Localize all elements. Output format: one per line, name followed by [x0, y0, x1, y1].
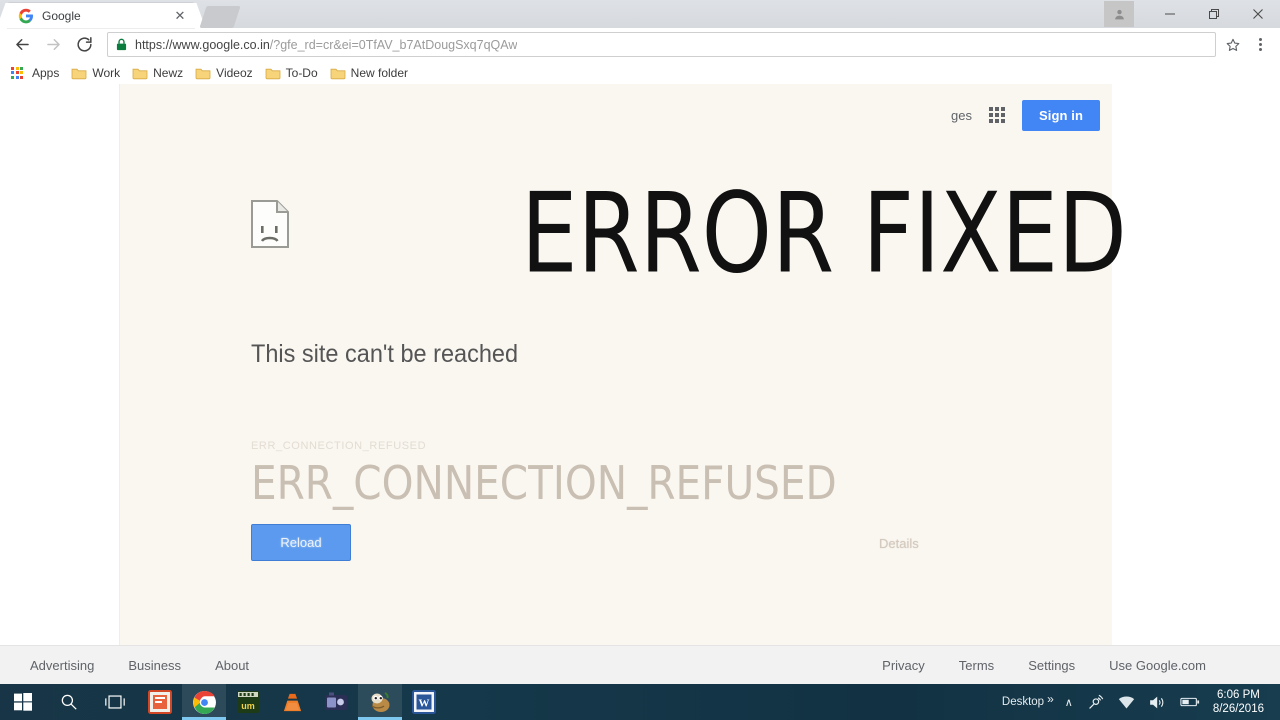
bookmark-videoz[interactable]: Videoz: [190, 63, 259, 83]
folder-icon: [132, 65, 148, 81]
windows-taskbar: um W Desktop » ∧ 6:06 PM 8/26/2016: [0, 684, 1280, 720]
google-page-header: ges Sign in: [951, 84, 1112, 146]
page-viewport: ges Sign in ERROR FIXED This site can't …: [0, 84, 1280, 684]
tab-title: Google: [42, 8, 81, 23]
bookmark-to-do[interactable]: To-Do: [260, 63, 325, 83]
bookmark-label: Work: [92, 65, 121, 80]
url-query: /?gfe_rd=cr&ei=0TfAV_b7AtDougSxq7qQAw: [269, 37, 518, 52]
windows-start-icon[interactable]: [0, 684, 46, 720]
taskbar-app-gimp-icon[interactable]: [358, 684, 402, 720]
footer-link-terms[interactable]: Terms: [959, 658, 994, 673]
minimize-button[interactable]: [1148, 0, 1192, 28]
window-controls: [1104, 0, 1280, 28]
svg-text:W: W: [419, 698, 430, 710]
error-code-annotation: ERR_CONNECTION_REFUSED: [251, 456, 837, 510]
new-tab-button[interactable]: [199, 6, 241, 28]
tray-desktop-label[interactable]: Desktop: [1002, 696, 1046, 708]
taskbar-clock[interactable]: 6:06 PM 8/26/2016: [1207, 688, 1274, 716]
reload-button[interactable]: Reload: [251, 524, 351, 561]
svg-text:um: um: [241, 701, 255, 711]
apps-grid-icon: [11, 65, 27, 81]
footer-links-left: Advertising Business About: [0, 658, 249, 673]
show-hidden-icons-chevron[interactable]: ∧: [1058, 684, 1080, 720]
bookmark-label: To-Do: [285, 65, 318, 80]
clock-date: 8/26/2016: [1212, 703, 1264, 715]
folder-icon: [265, 65, 281, 81]
annotation-error-fixed: ERROR FIXED: [521, 170, 1127, 299]
footer-link-advertising[interactable]: Advertising: [30, 658, 94, 673]
taskbar-app-word-icon[interactable]: W: [402, 684, 446, 720]
back-button[interactable]: [8, 31, 36, 59]
bookmark-work[interactable]: Work: [66, 63, 127, 83]
maximize-button[interactable]: [1192, 0, 1236, 28]
images-link[interactable]: ges: [951, 108, 972, 123]
taskbar-app-um-media-icon[interactable]: um: [226, 684, 270, 720]
footer-links-right: Privacy Terms Settings Use Google.com: [882, 658, 1280, 673]
satellite-icon[interactable]: [1080, 684, 1111, 720]
close-window-button[interactable]: [1236, 0, 1280, 28]
url-text: https://www.google.co.in/?gfe_rd=cr&ei=0…: [135, 38, 517, 52]
volume-icon[interactable]: [1142, 684, 1173, 720]
profile-avatar-button[interactable]: [1104, 1, 1134, 27]
chrome-menu-icon[interactable]: [1248, 31, 1272, 59]
battery-icon[interactable]: [1173, 684, 1207, 720]
footer-link-use-google-com[interactable]: Use Google.com: [1109, 658, 1206, 673]
forward-button[interactable]: [39, 31, 67, 59]
bookmark-label: Videoz: [216, 65, 253, 80]
footer-link-settings[interactable]: Settings: [1028, 658, 1075, 673]
footer-link-privacy[interactable]: Privacy: [882, 658, 925, 673]
tab-strip: Google ✕: [0, 0, 1280, 28]
system-tray: Desktop » ∧ 6:06 PM 8/26/2016: [1002, 684, 1280, 720]
google-apps-grid-icon[interactable]: [986, 104, 1008, 126]
error-page-content: ges Sign in ERROR FIXED This site can't …: [119, 84, 1127, 645]
tray-overflow-icon[interactable]: »: [1046, 684, 1058, 720]
folder-icon: [71, 65, 87, 81]
error-heading: This site can't be reached: [251, 340, 519, 368]
search-icon[interactable]: [46, 684, 92, 720]
bookmark-new-folder[interactable]: New folder: [325, 63, 415, 83]
sign-in-button[interactable]: Sign in: [1021, 99, 1100, 131]
bookmark-newz[interactable]: Newz: [127, 63, 190, 83]
taskbar-app-powerpoint-icon[interactable]: [138, 684, 182, 720]
folder-icon: [195, 65, 211, 81]
url-base: https://www.google.co.in: [135, 37, 270, 52]
google-footer: Advertising Business About Privacy Terms…: [0, 645, 1280, 684]
browser-tab-google[interactable]: Google ✕: [8, 3, 194, 28]
address-bar[interactable]: https://www.google.co.in/?gfe_rd=cr&ei=0…: [107, 32, 1216, 57]
reload-page-button[interactable]: [70, 31, 98, 59]
taskbar-app-chrome-icon[interactable]: [182, 684, 226, 720]
footer-link-about[interactable]: About: [215, 658, 249, 673]
taskbar-app-vlc-icon[interactable]: [270, 684, 314, 720]
error-code-faded: ERR_CONNECTION_REFUSED: [251, 440, 427, 452]
bookmark-apps[interactable]: Apps: [6, 63, 66, 83]
folder-icon: [330, 65, 346, 81]
bookmark-label: New folder: [350, 65, 409, 80]
details-link[interactable]: Details: [879, 536, 919, 551]
chrome-browser-window: Google ✕ https://www.google.co.in/?gfe_r…: [0, 0, 1280, 684]
lock-icon: [116, 38, 128, 51]
bookmark-star-icon[interactable]: [1220, 32, 1246, 57]
browser-toolbar: https://www.google.co.in/?gfe_rd=cr&ei=0…: [0, 28, 1280, 61]
clock-time: 6:06 PM: [1217, 689, 1260, 701]
bookmarks-bar: Apps Work Newz Videoz To-Do New folder: [0, 61, 1280, 85]
task-view-icon[interactable]: [92, 684, 138, 720]
tab-close-icon[interactable]: ✕: [172, 8, 188, 24]
google-g-icon: [18, 8, 34, 24]
bookmark-label: Apps: [32, 65, 60, 80]
sad-page-icon: [251, 200, 289, 248]
bookmark-label: Newz: [153, 65, 184, 80]
taskbar-app-camtasia-icon[interactable]: [314, 684, 358, 720]
footer-link-business[interactable]: Business: [128, 658, 181, 673]
screen: Google ✕ https://www.google.co.in/?gfe_r…: [0, 0, 1280, 720]
wifi-icon[interactable]: [1111, 684, 1142, 720]
